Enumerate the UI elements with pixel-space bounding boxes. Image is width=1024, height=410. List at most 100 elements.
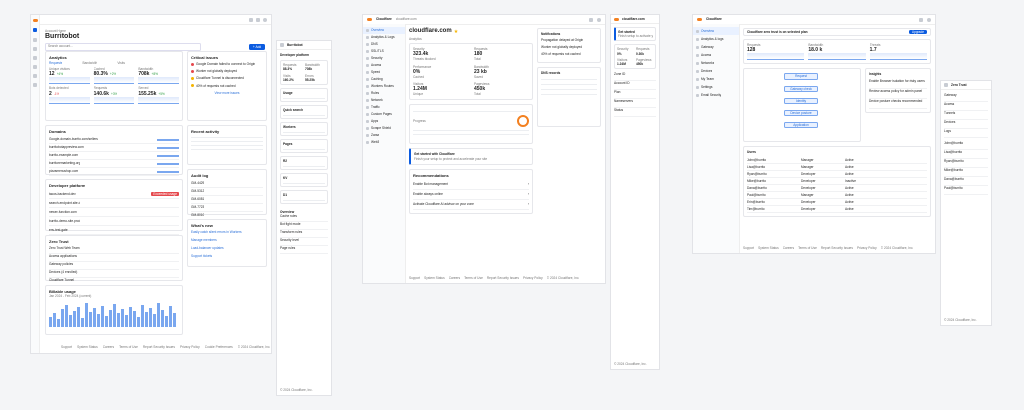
footer-link[interactable]: © 2024 Cloudflare, Inc. — [881, 246, 914, 250]
globe-icon[interactable] — [33, 47, 37, 51]
recommendation-item[interactable]: Enable Bot management › — [413, 180, 529, 190]
alert-item[interactable]: Worker not globally deployed — [191, 69, 263, 73]
nav-card[interactable]: Usage — [280, 88, 328, 103]
domain-row[interactable]: burrito-example.com — [49, 152, 179, 160]
alert-item[interactable]: Google Domain failed to connect to Origi… — [191, 62, 263, 66]
sidebar-item[interactable]: SSL/TLS — [363, 48, 405, 55]
sidebar-item[interactable]: Analytics & Logs — [363, 34, 405, 41]
footer-link[interactable]: System Status — [758, 246, 779, 250]
sidebar-item[interactable]: Overview — [693, 27, 739, 35]
avatar[interactable] — [927, 17, 931, 22]
notification-item[interactable]: Worker not globally deployed — [541, 45, 597, 52]
kpi-tile[interactable]: Bandwidth 18.0 k — [808, 43, 866, 61]
sidebar-item[interactable]: Speed — [363, 69, 405, 76]
list-item[interactable]: Cache rules — [280, 214, 328, 223]
list-item[interactable]: Page rules — [280, 246, 328, 255]
add-button[interactable]: + Add — [249, 44, 265, 51]
sidebar-item[interactable]: Custom Pages — [363, 111, 405, 118]
table-row[interactable]: Mike@burrito Developer Inactive — [747, 178, 927, 185]
metric-tile[interactable]: Pageviews 450k Total — [474, 82, 529, 96]
table-row[interactable]: Tim@burrito Developer Active — [747, 206, 927, 213]
insight-item[interactable]: Review access policy for admin panel — [869, 89, 927, 99]
footer-link[interactable]: Support — [409, 276, 420, 280]
menu-icon[interactable] — [280, 43, 284, 47]
workflow-node[interactable]: Device posture — [784, 110, 818, 117]
kpi-tile[interactable]: Requests 128 — [747, 43, 805, 61]
user-row[interactable]: John@burrito — [944, 141, 988, 150]
footer-link[interactable]: Careers — [103, 345, 114, 349]
footer-link[interactable]: Terms of Use — [464, 276, 483, 280]
nav-card[interactable]: Workers — [280, 122, 328, 137]
recommendation-item[interactable]: Activate Cloudflare AI advisor on your z… — [413, 200, 529, 210]
recommendation-item[interactable]: Enable always online › — [413, 190, 529, 200]
sidebar-item[interactable]: Settings — [693, 83, 739, 91]
user-row[interactable]: Mike@burrito — [944, 168, 988, 177]
footer-link[interactable]: Careers — [449, 276, 460, 280]
nav-card[interactable]: Pages — [280, 139, 328, 154]
sidebar-item[interactable]: DNS — [363, 41, 405, 48]
shield-icon[interactable] — [33, 56, 37, 60]
news-item[interactable]: Load-balancer updates — [191, 246, 263, 254]
sidebar-item[interactable]: Traffic — [363, 104, 405, 111]
sidebar-item[interactable]: Scrape Shield — [363, 125, 405, 132]
zero-trust-item[interactable]: Gateway policies — [49, 262, 179, 270]
worker-row[interactable]: burrito-demo-site.prod — [49, 217, 179, 226]
table-row[interactable]: John@burrito Manager Active — [747, 157, 927, 164]
footer-link[interactable]: System Status — [424, 276, 445, 280]
list-item[interactable]: Transform rules — [280, 230, 328, 239]
sidebar-item[interactable]: Rules — [363, 90, 405, 97]
nav-card[interactable]: Quick search — [280, 105, 328, 120]
table-row[interactable]: Paul@burrito Manager Active — [747, 192, 927, 199]
audit-row[interactable]: GM-7723 — [191, 204, 263, 212]
footer-link[interactable]: Report Security Issues — [821, 246, 853, 250]
domain-row[interactable]: Google-domain-burrito.com/sellers — [49, 136, 179, 144]
footer-link[interactable]: © 2024 Cloudflare, Inc. — [238, 345, 271, 349]
sidebar-item[interactable]: Workers Routes — [363, 83, 405, 90]
news-item[interactable]: Easily catch silent errors in Workers — [191, 230, 263, 238]
zero-trust-item[interactable]: Access applications — [49, 254, 179, 262]
metric-tile[interactable]: Requests 140.6k +3% — [93, 86, 135, 104]
footer-link[interactable]: Cookie Preferences — [205, 345, 233, 349]
star-icon[interactable]: ★ — [454, 29, 458, 35]
list-item[interactable]: Bot fight mode — [280, 222, 328, 231]
table-row[interactable]: Ryan@burrito Developer Active — [747, 171, 927, 178]
worker-row[interactable]: newer-function.com — [49, 208, 179, 217]
bell-icon[interactable] — [919, 17, 923, 22]
metric-tile[interactable]: Requests 180 Total — [474, 47, 529, 61]
avatar[interactable] — [263, 17, 267, 22]
nav-item[interactable]: Access — [944, 102, 988, 111]
list-item[interactable]: Status — [614, 108, 656, 118]
insight-item[interactable]: Device posture checks recommended — [869, 99, 927, 109]
user-row[interactable]: Dana@burrito — [944, 177, 988, 186]
nav-card[interactable]: KV — [280, 173, 328, 188]
view-more-link[interactable]: View more issues — [191, 91, 263, 95]
worker-row[interactable]: env-test-gate — [49, 226, 179, 235]
list-item[interactable]: Nameservers — [614, 99, 656, 109]
workflow-node[interactable]: Identity — [784, 97, 818, 105]
zero-trust-item[interactable]: Zero Trust Web Team — [49, 246, 179, 254]
avatar[interactable] — [597, 17, 601, 22]
footer-link[interactable]: Privacy Policy — [857, 246, 877, 250]
gear-icon[interactable] — [33, 83, 37, 87]
footer-link[interactable]: Careers — [783, 246, 794, 250]
bell-icon[interactable] — [589, 17, 593, 22]
metric-tile[interactable]: Bots detected 2 -1% — [49, 86, 90, 104]
sidebar-item[interactable]: Web3 — [363, 139, 405, 146]
alert-item[interactable]: Cloudflare Tunnel is disconnected — [191, 76, 263, 80]
footer-link[interactable]: Report Security Issues — [143, 345, 175, 349]
metric-tab[interactable]: Visits — [117, 61, 125, 65]
audit-row[interactable]: GM-5312 — [191, 188, 263, 196]
table-row[interactable]: Dana@burrito Developer Active — [747, 185, 927, 192]
footer-link[interactable]: Terms of Use — [798, 246, 817, 250]
metric-tab[interactable]: Bandwidth — [82, 61, 97, 65]
metric-tile[interactable]: Unique visitors 12 +4% — [49, 67, 90, 85]
domain-row[interactable]: burritobotappreview.com — [49, 144, 179, 152]
sidebar-item[interactable]: My Team — [693, 75, 739, 83]
alert-item[interactable]: 40% of requests not cached — [191, 84, 263, 88]
metric-tile[interactable]: Served 155.25k +5% — [138, 86, 179, 104]
footer-link[interactable]: © 2024 Cloudflare, Inc. — [547, 276, 580, 280]
breadcrumb[interactable]: cloudflare.com — [396, 17, 417, 21]
sidebar-item[interactable]: Zaraz — [363, 132, 405, 139]
workflow-node[interactable]: Gateway check — [784, 85, 818, 92]
sidebar-item[interactable]: Apps — [363, 118, 405, 125]
